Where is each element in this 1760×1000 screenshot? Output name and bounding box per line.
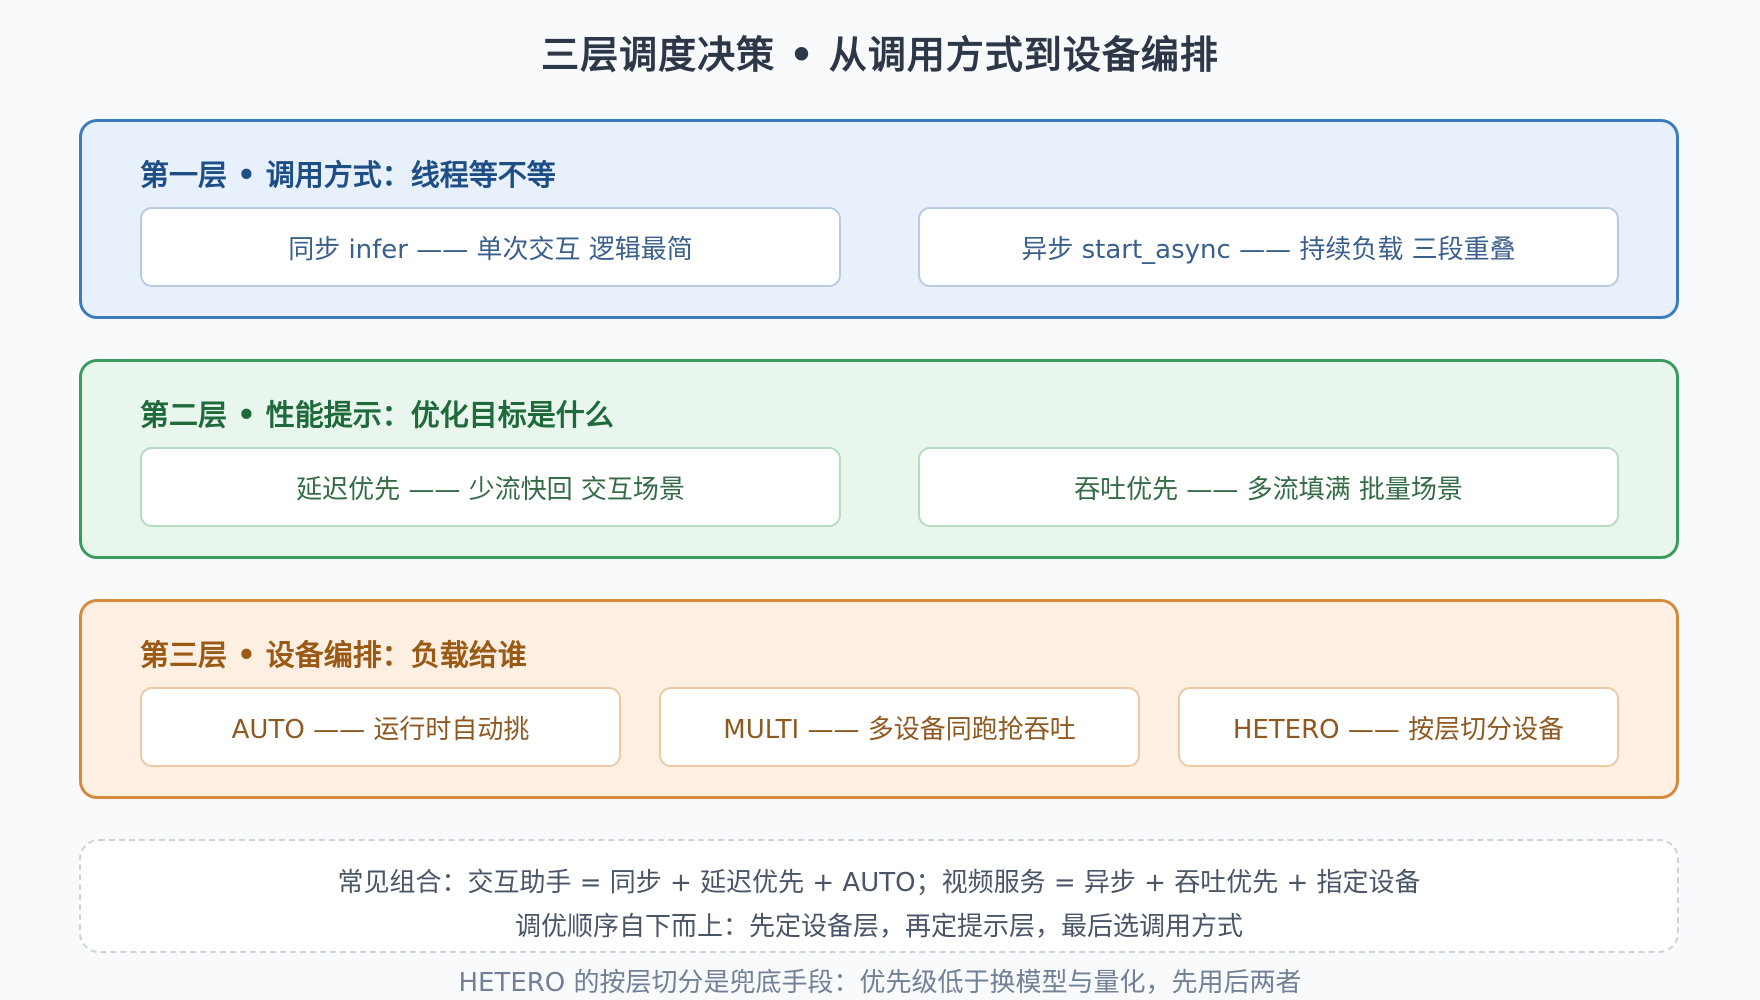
layer-2-performance-hint: 第二层 • 性能提示：优化目标是什么 延迟优先 —— 少流快回 交互场景 吞吐优… [79,359,1679,559]
option-auto: AUTO —— 运行时自动挑 [140,687,621,767]
footnote: HETERO 的按层切分是兜底手段：优先级低于换模型与量化，先用后两者 [458,968,1302,998]
layer-3-title: 第三层 • 设备编排：负载给谁 [140,638,527,672]
option-sync-infer: 同步 infer —— 单次交互 逻辑最简 [140,207,841,287]
notes-box: 常见组合：交互助手 = 同步 + 延迟优先 + AUTO；视频服务 = 异步 +… [79,839,1679,953]
layer-2-title: 第二层 • 性能提示：优化目标是什么 [140,398,614,432]
option-latency-first: 延迟优先 —— 少流快回 交互场景 [140,447,841,527]
layer-1-title: 第一层 • 调用方式：线程等不等 [140,158,556,192]
layer-1-invocation-mode: 第一层 • 调用方式：线程等不等 同步 infer —— 单次交互 逻辑最简 异… [79,119,1679,319]
option-multi: MULTI —— 多设备同跑抢吞吐 [659,687,1140,767]
option-throughput-first: 吞吐优先 —— 多流填满 批量场景 [918,447,1619,527]
option-async-start-async: 异步 start_async —— 持续负载 三段重叠 [918,207,1619,287]
note-tuning-order: 调优顺序自下而上：先定设备层，再定提示层，最后选调用方式 [514,912,1243,942]
note-common-combinations: 常见组合：交互助手 = 同步 + 延迟优先 + AUTO；视频服务 = 异步 +… [337,868,1421,898]
layer-3-device-orchestration: 第三层 • 设备编排：负载给谁 AUTO —— 运行时自动挑 MULTI —— … [79,599,1679,799]
option-hetero: HETERO —— 按层切分设备 [1178,687,1619,767]
page-title: 三层调度决策 • 从调用方式到设备编排 [541,33,1219,77]
